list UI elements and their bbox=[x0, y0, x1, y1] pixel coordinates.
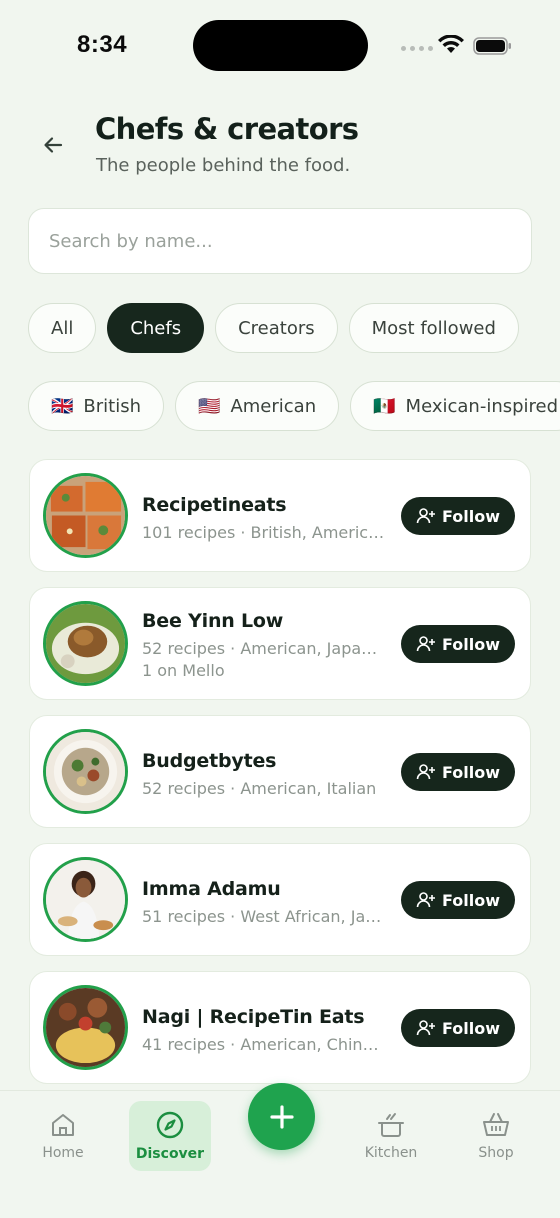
cuisine-label: American bbox=[230, 395, 317, 417]
chef-meta: 51 recipes · West African, Japanese bbox=[142, 907, 387, 926]
dynamic-island bbox=[193, 20, 368, 71]
cuisine-chip-mexican[interactable]: 🇲🇽 Mexican-inspired bbox=[350, 381, 560, 431]
cuisine-chip-american[interactable]: 🇺🇸 American bbox=[175, 381, 340, 431]
avatar bbox=[43, 985, 128, 1070]
avatar bbox=[43, 729, 128, 814]
us-flag-icon: 🇺🇸 bbox=[198, 395, 221, 417]
chef-name: Bee Yinn Low bbox=[142, 610, 284, 632]
follow-person-plus-icon bbox=[416, 892, 435, 908]
pot-icon bbox=[378, 1113, 404, 1137]
follow-button[interactable]: Follow bbox=[401, 753, 515, 791]
chef-meta: 52 recipes · American, Japanese bbox=[142, 639, 387, 658]
nav-kitchen[interactable]: Kitchen bbox=[350, 1101, 432, 1171]
chef-card[interactable]: Budgetbytes 52 recipes · American, Itali… bbox=[29, 715, 531, 828]
follow-person-plus-icon bbox=[416, 636, 435, 652]
cuisine-chip-british[interactable]: 🇬🇧 British bbox=[28, 381, 165, 431]
nav-shop-label: Shop bbox=[478, 1145, 514, 1161]
home-icon bbox=[52, 1114, 74, 1136]
follow-label: Follow bbox=[441, 762, 500, 782]
follow-button[interactable]: Follow bbox=[401, 625, 515, 663]
signal-dots-icon bbox=[401, 46, 433, 51]
follow-label: Follow bbox=[441, 1018, 500, 1038]
nav-kitchen-label: Kitchen bbox=[364, 1145, 418, 1161]
follow-label: Follow bbox=[441, 506, 500, 526]
cuisine-chips: 🇬🇧 British 🇺🇸 American 🇲🇽 Mexican-inspir… bbox=[28, 381, 560, 431]
back-arrow-icon bbox=[44, 137, 63, 153]
follow-person-plus-icon bbox=[416, 508, 435, 524]
follow-person-plus-icon bbox=[416, 1020, 435, 1036]
cuisine-label: British bbox=[83, 395, 142, 417]
avatar bbox=[43, 473, 128, 558]
follow-label: Follow bbox=[441, 634, 500, 654]
chef-name: Imma Adamu bbox=[142, 878, 281, 900]
compass-icon bbox=[156, 1111, 184, 1139]
filter-chip-creators[interactable]: Creators bbox=[215, 303, 338, 353]
follow-button[interactable]: Follow bbox=[401, 1009, 515, 1047]
cuisine-label: Mexican-inspired bbox=[405, 395, 559, 417]
battery-icon bbox=[473, 37, 511, 55]
basket-icon bbox=[483, 1113, 509, 1136]
status-bar: 8:34 bbox=[0, 0, 560, 90]
mexico-flag-icon: 🇲🇽 bbox=[373, 395, 396, 417]
follow-button[interactable]: Follow bbox=[401, 881, 515, 919]
uk-flag-icon: 🇬🇧 bbox=[51, 395, 74, 417]
follow-label: Follow bbox=[441, 890, 500, 910]
nav-home-label: Home bbox=[42, 1145, 84, 1161]
filter-chips: All Chefs Creators Most followed bbox=[28, 303, 519, 353]
follow-button[interactable]: Follow bbox=[401, 497, 515, 535]
chef-card[interactable]: Imma Adamu 51 recipes · West African, Ja… bbox=[29, 843, 531, 956]
back-button[interactable] bbox=[36, 128, 70, 162]
plus-icon bbox=[269, 1104, 294, 1129]
page-subtitle: The people behind the food. bbox=[96, 155, 351, 176]
follow-person-plus-icon bbox=[416, 764, 435, 780]
status-time: 8:34 bbox=[77, 31, 128, 58]
chef-list: Recipetineats 101 recipes · British, Ame… bbox=[29, 459, 531, 1099]
search-input[interactable] bbox=[29, 209, 531, 273]
nav-discover[interactable]: Discover bbox=[129, 1101, 211, 1171]
wifi-icon bbox=[438, 35, 464, 53]
avatar bbox=[43, 601, 128, 686]
filter-chip-most-followed[interactable]: Most followed bbox=[348, 303, 519, 353]
nav-shop[interactable]: Shop bbox=[455, 1101, 537, 1171]
filter-chip-chefs[interactable]: Chefs bbox=[107, 303, 205, 353]
chef-meta: 52 recipes · American, Italian bbox=[142, 779, 377, 798]
chef-card[interactable]: Bee Yinn Low 52 recipes · American, Japa… bbox=[29, 587, 531, 700]
chef-meta: 101 recipes · British, American bbox=[142, 523, 387, 542]
chef-card[interactable]: Nagi | RecipeTin Eats 41 recipes · Ameri… bbox=[29, 971, 531, 1084]
chef-name: Recipetineats bbox=[142, 494, 287, 516]
chef-extra: 1 on Mello bbox=[142, 661, 225, 680]
nav-discover-label: Discover bbox=[135, 1146, 205, 1162]
add-button[interactable] bbox=[248, 1083, 315, 1150]
filter-chip-all[interactable]: All bbox=[28, 303, 97, 353]
search-box bbox=[28, 208, 532, 274]
chef-name: Budgetbytes bbox=[142, 750, 277, 772]
chef-card[interactable]: Recipetineats 101 recipes · British, Ame… bbox=[29, 459, 531, 572]
avatar bbox=[43, 857, 128, 942]
nav-home[interactable]: Home bbox=[22, 1101, 104, 1171]
chef-meta: 41 recipes · American, Chinese bbox=[142, 1035, 387, 1054]
page-title: Chefs & creators bbox=[95, 112, 359, 146]
chef-name: Nagi | RecipeTin Eats bbox=[142, 1006, 365, 1028]
